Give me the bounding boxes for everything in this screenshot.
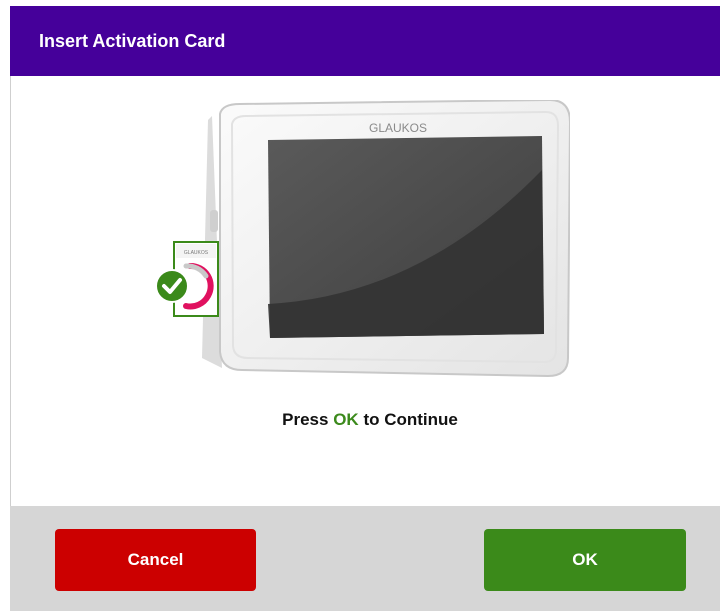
dialog-title: Insert Activation Card [39, 30, 226, 51]
message-ok-highlight: OK [333, 410, 359, 429]
instruction-message: Press OK to Continue [0, 410, 720, 430]
device-brand: GLAUKOS [369, 121, 427, 135]
card-brand: GLAUKOS [184, 250, 209, 256]
check-circle-icon [155, 269, 189, 303]
activation-dialog: Insert Activation Card GLAUKOS GLAUKOS P… [0, 0, 720, 611]
device-illustration: GLAUKOS GLAUKOS [150, 100, 570, 390]
cancel-button[interactable]: Cancel [55, 529, 256, 591]
title-bar: Insert Activation Card [10, 6, 720, 76]
message-suffix: to Continue [363, 410, 458, 429]
dialog-footer: Cancel OK [10, 506, 720, 611]
device-graphic: GLAUKOS GLAUKOS [155, 100, 570, 378]
message-prefix: Press [282, 410, 329, 429]
ok-button[interactable]: OK [484, 529, 686, 591]
